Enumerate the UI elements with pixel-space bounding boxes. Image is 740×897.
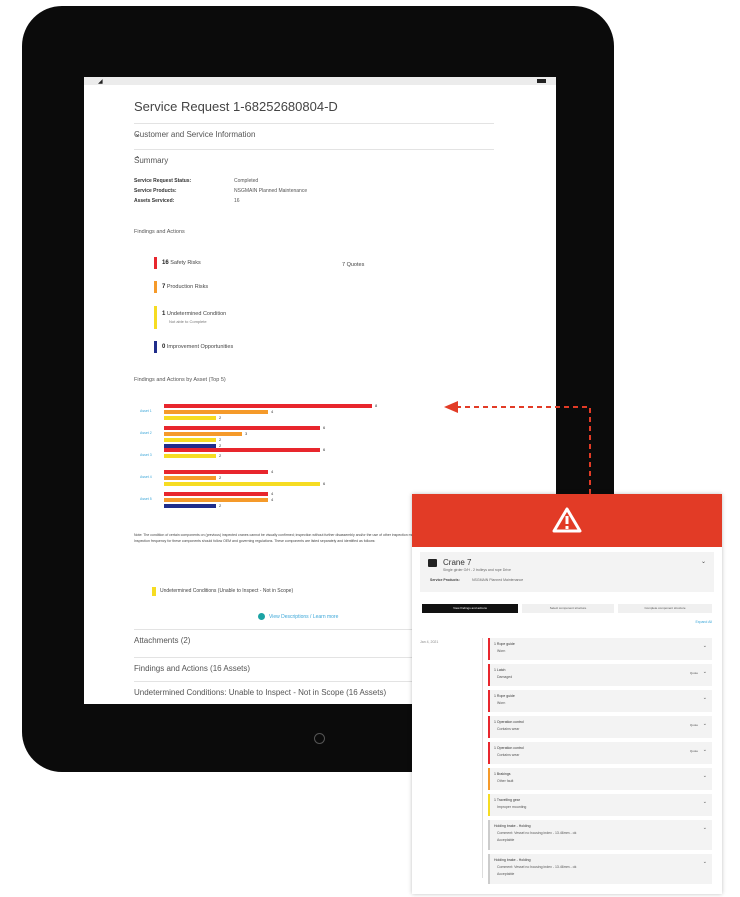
view-tabs: View findings and actions Select compone… bbox=[422, 604, 712, 613]
finding-item[interactable]: 1 Operation control Contains wear Quote ⌄ bbox=[488, 742, 712, 764]
finding-extra: Acceptable bbox=[497, 872, 515, 876]
finding-extra: Acceptable bbox=[497, 838, 515, 842]
chevron-down-icon[interactable]: ⌄ bbox=[703, 825, 707, 831]
chevron-down-icon[interactable]: ⌄ bbox=[703, 695, 707, 701]
chevron-down-icon[interactable]: ⌄ bbox=[703, 773, 707, 779]
finding-status: Other fault bbox=[497, 779, 514, 783]
finding-title: 1 Operation control bbox=[494, 720, 524, 724]
chevron-down-icon[interactable]: ⌄ bbox=[703, 799, 707, 805]
chevron-down-icon[interactable]: ⌄ bbox=[701, 558, 706, 565]
alert-header bbox=[412, 494, 722, 547]
finding-title: Holding brake - Holding bbox=[494, 824, 531, 828]
finding-item[interactable]: 1 Latch Damaged Quote ⌄ bbox=[488, 664, 712, 686]
finding-title: 1 Travelling gear bbox=[494, 798, 520, 802]
crane-icon bbox=[428, 559, 437, 567]
finding-status: Comment: Vessel no housing index - 13.46… bbox=[497, 865, 577, 869]
crane-card[interactable]: Crane 7 Single girder O/H - 2 trolleys a… bbox=[420, 552, 714, 592]
finding-item[interactable]: 1 Operation control Contains wear Quote ⌄ bbox=[488, 716, 712, 738]
quote-label: Quote bbox=[689, 723, 698, 727]
chevron-down-icon[interactable]: ⌄ bbox=[703, 747, 707, 753]
severity-indicator bbox=[488, 742, 490, 764]
timeline-line bbox=[482, 638, 483, 878]
severity-indicator bbox=[488, 768, 490, 790]
finding-item[interactable]: 1 Travelling gear Improper mounting ⌄ bbox=[488, 794, 712, 816]
crane-title: Crane 7 bbox=[443, 558, 472, 567]
severity-indicator bbox=[488, 638, 490, 660]
crane-products-label: Service Products: bbox=[430, 578, 460, 582]
tab-view-findings[interactable]: View findings and actions bbox=[422, 604, 518, 613]
crane-products-value: NSGMAIN Planned Maintenance bbox=[472, 578, 524, 582]
chevron-down-icon[interactable]: ⌄ bbox=[703, 669, 707, 675]
tab-select-structure[interactable]: Select component structure bbox=[522, 604, 614, 613]
finding-title: 1 Latch bbox=[494, 668, 506, 672]
severity-indicator bbox=[488, 820, 490, 850]
chevron-down-icon[interactable]: ⌄ bbox=[703, 721, 707, 727]
finding-item[interactable]: 1 Rope guide Worn ⌄ bbox=[488, 690, 712, 712]
crane-subtitle: Single girder O/H - 2 trolleys and rope … bbox=[443, 568, 511, 572]
finding-status: Worn bbox=[497, 701, 506, 705]
finding-item[interactable]: 1 Rope guide Worn ⌄ bbox=[488, 638, 712, 660]
finding-status: Contains wear bbox=[497, 727, 520, 731]
chevron-down-icon[interactable]: ⌄ bbox=[703, 643, 707, 649]
finding-status: Contains wear bbox=[497, 753, 520, 757]
finding-title: 1 Rope guide bbox=[494, 642, 515, 646]
mobile-detail-panel: Crane 7 Single girder O/H - 2 trolleys a… bbox=[412, 494, 722, 894]
finding-title: Holding brake - Holding bbox=[494, 858, 531, 862]
finding-date: Jan 4, 2021 bbox=[420, 640, 439, 644]
callout-arrow-line bbox=[456, 406, 591, 494]
finding-title: 1 Brakings bbox=[494, 772, 511, 776]
severity-indicator bbox=[488, 716, 490, 738]
chevron-down-icon[interactable]: ⌄ bbox=[703, 859, 707, 865]
finding-title: 1 Rope guide bbox=[494, 694, 515, 698]
severity-indicator bbox=[488, 854, 490, 884]
severity-indicator bbox=[488, 690, 490, 712]
finding-status: Comment: Vessel no housing index - 13.46… bbox=[497, 831, 577, 835]
finding-item[interactable]: 1 Brakings Other fault ⌄ bbox=[488, 768, 712, 790]
quote-label: Quote bbox=[689, 671, 698, 675]
warning-icon bbox=[552, 507, 582, 533]
callout-arrow-head bbox=[444, 401, 458, 413]
finding-item[interactable]: Holding brake - Holding Comment: Vessel n… bbox=[488, 820, 712, 850]
expand-all-link[interactable]: Expand All bbox=[695, 620, 712, 624]
severity-indicator bbox=[488, 794, 490, 816]
quote-label: Quote bbox=[689, 749, 698, 753]
finding-item[interactable]: Holding brake - Holding Comment: Vessel n… bbox=[488, 854, 712, 884]
finding-status: Improper mounting bbox=[497, 805, 527, 809]
finding-title: 1 Operation control bbox=[494, 746, 524, 750]
finding-status: Worn bbox=[497, 649, 506, 653]
tab-complete-structure[interactable]: Complete component structure bbox=[618, 604, 712, 613]
finding-status: Damaged bbox=[497, 675, 513, 679]
severity-indicator bbox=[488, 664, 490, 686]
